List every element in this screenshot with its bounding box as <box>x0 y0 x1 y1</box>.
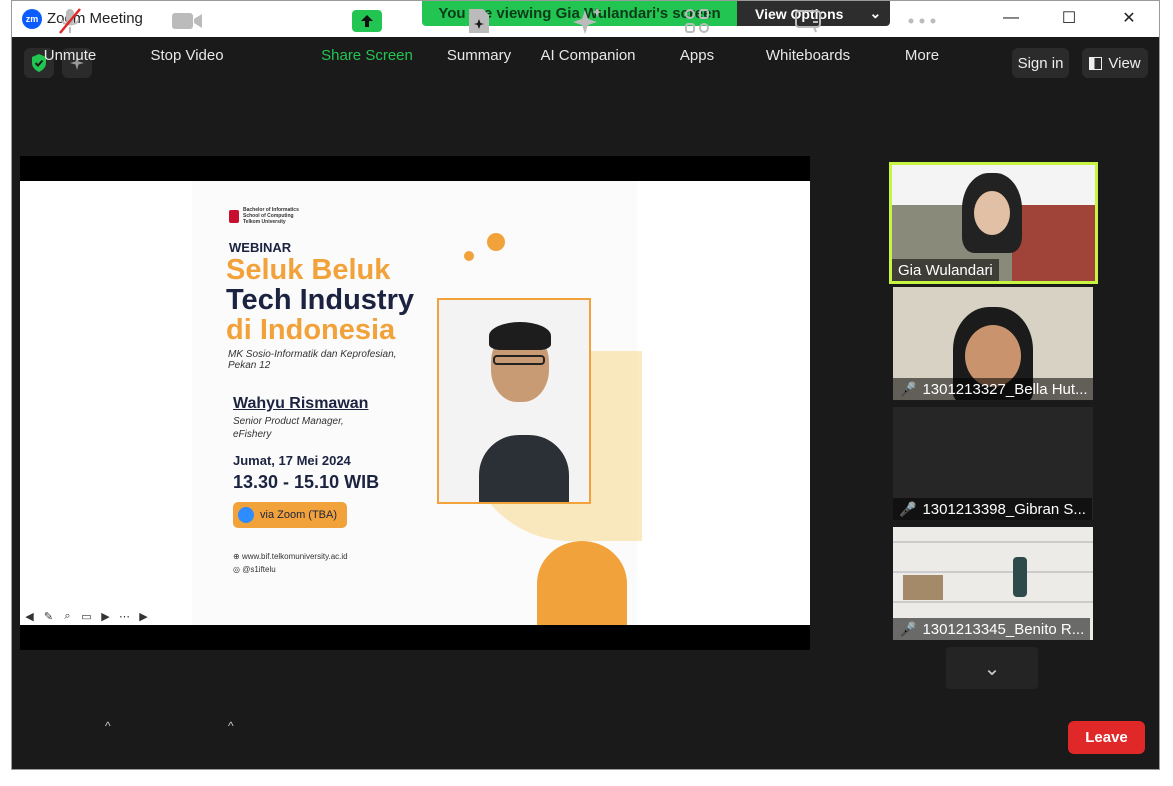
sign-in-button[interactable]: Sign in <box>1012 48 1069 78</box>
share-screen-icon <box>352 1 382 41</box>
maximize-button[interactable]: ☐ <box>1040 1 1098 35</box>
participant-tile-active[interactable]: Gia Wulandari <box>889 162 1098 284</box>
participant-name: Gia Wulandari <box>892 259 999 281</box>
whiteboards-button[interactable]: Whiteboards <box>762 1 854 71</box>
back-icon[interactable]: ◀ <box>23 610 36 623</box>
leave-button[interactable]: Leave <box>1068 721 1145 754</box>
video-options-caret-icon[interactable]: ^ <box>228 719 234 733</box>
course-text: MK Sosio-Informatik dan Keprofesian, Pek… <box>228 349 396 371</box>
share-screen-button[interactable]: Share Screen <box>321 1 413 71</box>
speaker-role: Senior Product Manager, eFishery <box>233 415 344 441</box>
ai-sparkle-icon <box>572 1 604 41</box>
mic-muted-icon: 🎤 <box>899 380 917 397</box>
speaker-role-line1: Senior Product Manager, <box>233 416 344 427</box>
instagram-icon: ◎ <box>233 565 240 574</box>
speaker-name: Wahyu Rismawan <box>233 395 369 412</box>
view-button[interactable]: View <box>1082 48 1148 78</box>
mic-muted-icon: 🎤 <box>899 620 917 637</box>
org-line3: Telkom University <box>243 219 286 225</box>
summary-doc-icon <box>467 1 491 41</box>
lamp-icon <box>1013 557 1027 597</box>
globe-icon: ⊕ <box>233 552 240 561</box>
zoom-logo-icon: zm <box>22 9 42 29</box>
week-line: Pekan 12 <box>228 360 271 371</box>
unmute-button[interactable]: Unmute <box>40 1 100 71</box>
via-zoom-text: via Zoom (TBA) <box>260 509 338 521</box>
apps-icon <box>684 1 710 41</box>
apps-label: Apps <box>679 47 715 64</box>
camera-off-icon[interactable]: ▶ <box>99 610 112 623</box>
participant-tile[interactable]: 🎤 1301213398_Gibran S... <box>893 407 1093 520</box>
decor-shape <box>537 541 627 625</box>
summary-button[interactable]: Summary <box>444 1 514 71</box>
speaker-role-line2: eFishery <box>233 429 272 440</box>
participant-name-bar: 🎤 1301213398_Gibran S... <box>893 498 1092 520</box>
stop-video-button[interactable]: Stop Video <box>147 1 227 71</box>
participant-name-bar: 🎤 1301213345_Benito R... <box>893 618 1091 640</box>
speaker-photo <box>437 298 591 504</box>
more-icon[interactable]: ⋯ <box>118 610 131 623</box>
scroll-participants-down-button[interactable]: ⌄ <box>946 647 1038 689</box>
unmute-label: Unmute <box>43 47 97 64</box>
apps-button[interactable]: Apps <box>672 1 722 71</box>
zoom-icon[interactable]: ⌕ <box>61 610 74 623</box>
ai-companion-label: AI Companion <box>540 47 636 64</box>
stop-video-label: Stop Video <box>150 47 224 64</box>
ai-companion-button[interactable]: AI Companion <box>538 1 638 71</box>
mic-muted-icon: 🎤 <box>899 500 917 517</box>
audio-options-caret-icon[interactable]: ^ <box>105 719 111 733</box>
org-logo: Bachelor of Informatics School of Comput… <box>229 207 299 225</box>
course-line: MK Sosio-Informatik dan Keprofesian, <box>228 349 397 360</box>
mic-muted-icon <box>57 1 83 41</box>
share-screen-label: Share Screen <box>321 47 413 64</box>
minimize-button[interactable]: — <box>982 1 1040 35</box>
instagram-text: @s1iftelu <box>242 565 276 574</box>
whiteboard-icon <box>794 1 822 41</box>
participant-name: 1301213345_Benito R... <box>922 620 1085 638</box>
glasses-icon <box>493 355 545 365</box>
more-button[interactable]: More <box>897 1 947 71</box>
view-label: View <box>1108 54 1141 72</box>
zoom-icon <box>238 507 254 523</box>
website-text: www.bif.telkomuniversity.ac.id <box>241 552 348 561</box>
webinar-poster: Bachelor of Informatics School of Comput… <box>192 181 642 625</box>
participant-name: 1301213327_Bella Hut... <box>922 380 1088 398</box>
via-zoom-pill: via Zoom (TBA) <box>233 502 347 528</box>
participant-tile[interactable]: 🎤 1301213327_Bella Hut... <box>893 287 1093 400</box>
title-line1: Seluk Beluk <box>226 254 391 286</box>
title-line2: Tech Industry <box>226 284 414 316</box>
chevron-down-icon: ⌄ <box>983 657 1001 680</box>
chevron-down-icon: ⌄ <box>869 5 882 21</box>
whiteboards-label: Whiteboards <box>765 47 851 64</box>
summary-label: Summary <box>446 47 512 64</box>
more-dots-icon <box>908 1 936 41</box>
telkom-logo-icon <box>229 209 239 223</box>
decor-dot <box>464 251 474 261</box>
participant-name-bar: 🎤 1301213327_Bella Hut... <box>893 378 1093 400</box>
forward-icon[interactable]: ▶ <box>137 610 150 623</box>
event-time: 13.30 - 15.10 WIB <box>233 472 380 492</box>
participant-tile[interactable]: 🎤 1301213345_Benito R... <box>893 527 1093 640</box>
participant-name: 1301213398_Gibran S... <box>922 500 1086 518</box>
bookshelf-books <box>903 575 943 600</box>
captions-icon[interactable]: ▭ <box>80 610 93 623</box>
presentation-slide: Bachelor of Informatics School of Comput… <box>20 181 810 625</box>
viewer-toolbar: ◀ ✎ ⌕ ▭ ▶ ⋯ ▶ <box>23 610 150 623</box>
view-layout-icon <box>1089 56 1103 70</box>
shared-screen: Bachelor of Informatics School of Comput… <box>20 156 810 650</box>
pen-icon[interactable]: ✎ <box>42 610 55 623</box>
contact-info: ⊕ www.bif.telkomuniversity.ac.id ◎ @s1if… <box>233 550 348 576</box>
more-label: More <box>904 47 940 64</box>
title-line3: di Indonesia <box>226 314 396 346</box>
webinar-kicker: WEBINAR <box>229 240 292 255</box>
close-button[interactable]: ✕ <box>1100 1 1158 35</box>
zoom-window: zm Zoom Meeting — ☐ ✕ You are viewing Gi… <box>11 0 1160 770</box>
event-date: Jumat, 17 Mei 2024 <box>233 453 351 468</box>
video-camera-icon <box>171 1 203 41</box>
decor-dot <box>487 233 505 251</box>
